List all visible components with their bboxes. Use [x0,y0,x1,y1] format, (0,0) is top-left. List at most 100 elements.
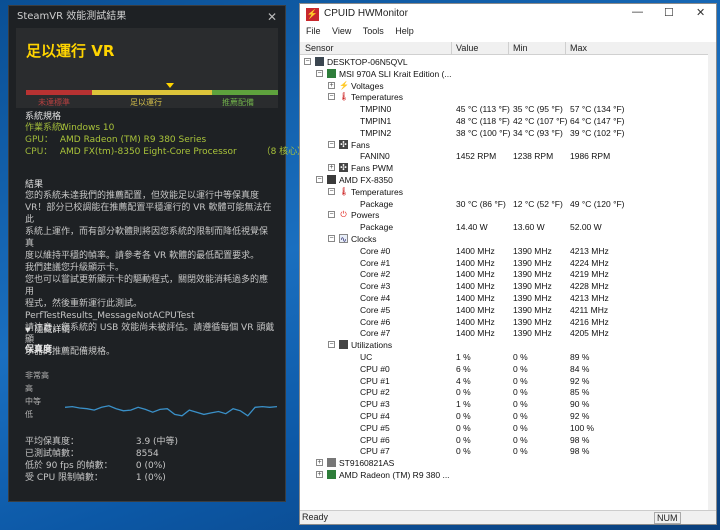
sensor-name: Core #1 [360,257,391,268]
sensor-group-row[interactable]: + ST9160821AS [300,457,710,469]
sensor-name: Core #4 [360,293,391,303]
sensor-group-row[interactable]: − ∿ Clocks [300,233,710,245]
sensor-min: 1390 MHz [513,245,552,256]
stat-value: 1 (0%) [135,473,166,483]
menu-help[interactable]: Help [395,26,414,36]
close-icon[interactable]: ✕ [267,6,277,28]
sensor-name: ST9160821AS [339,458,395,469]
stat-value: 8554 [135,449,159,459]
expand-icon[interactable]: + [328,164,335,172]
sensor-reading-row[interactable]: Core #3 1400 MHz 1390 MHz 4228 MHz [300,280,710,292]
expand-icon[interactable]: + [328,81,335,89]
sensor-reading-row[interactable]: CPU #1 4 % 0 % 92 % [300,375,710,387]
stat-key: 平均保真度： [25,437,80,447]
sensor-group-row[interactable]: − Utilizations [300,339,710,351]
sensor-group-row[interactable]: + ⚡ Voltages [300,80,710,92]
collapse-icon[interactable]: − [328,341,335,349]
column-min[interactable]: Min [513,43,528,53]
menu-file[interactable]: File [306,26,321,36]
sensor-max: 100 % [570,422,595,433]
window-title: CPUID HWMonitor [324,8,408,19]
window-title: SteamVR 效能測試結果 [17,11,127,22]
sensor-reading-row[interactable]: Core #7 1400 MHz 1390 MHz 4205 MHz [300,327,710,339]
sensor-reading-row[interactable]: Core #5 1400 MHz 1390 MHz 4211 MHz [300,304,710,316]
fidelity-title: 保真度 [25,345,53,355]
sensor-max: 85 % [570,387,590,398]
sensor-reading-row[interactable]: UC 1 % 0 % 89 % [300,351,710,363]
sensor-name: Voltages [351,80,384,91]
sensor-reading-row[interactable]: TMPIN1 48 °C (118 °F) 42 °C (107 °F) 64 °C … [300,115,710,127]
collapse-icon[interactable]: − [328,211,335,219]
sensor-group-row[interactable]: + ✣ Fans PWM [300,162,710,174]
steamvr-results-window: SteamVR 效能測試結果 ✕ 足以運行 VR 未達標準 足以運行 推薦配備 … [8,5,306,502]
sensor-group-row[interactable]: − MSI 970A SLI Krait Edition (... [300,68,710,80]
sensor-name: AMD FX-8350 [339,175,393,185]
sensor-reading-row[interactable]: Core #2 1400 MHz 1390 MHz 4219 MHz [300,268,710,280]
vertical-scrollbar[interactable] [708,42,716,514]
collapse-icon[interactable]: − [304,58,311,65]
result-headline: 足以運行 VR [26,42,115,60]
sensor-group-row[interactable]: − AMD FX-8350 [300,174,710,186]
steamvr-titlebar[interactable]: SteamVR 效能測試結果 ✕ [9,6,285,28]
collapse-icon[interactable]: − [328,140,335,148]
column-sensor[interactable]: Sensor [305,43,334,53]
sensor-reading-row[interactable]: CPU #6 0 % 0 % 98 % [300,434,710,446]
sensor-reading-row[interactable]: Package 30 °C (86 °F) 12 °C (52 °F) 49 °C (… [300,198,710,210]
sensor-reading-row[interactable]: CPU #0 6 % 0 % 84 % [300,363,710,375]
sensor-group-row[interactable]: − 🌡 Temperatures [300,186,710,198]
num-lock-indicator: NUM [654,512,681,524]
sensor-reading-row[interactable]: Core #4 1400 MHz 1390 MHz 4213 MHz [300,292,710,304]
sensor-value: 1400 MHz [456,328,495,339]
sensor-group-row[interactable]: + AMD Radeon (TM) R9 380 ... [300,469,710,481]
sensor-reading-row[interactable]: FANIN0 1452 RPM 1238 RPM 1986 RPM [300,150,710,162]
maximize-icon[interactable]: ☐ [664,6,674,19]
stat-row: 低於 90 fps 的幀數： 0 (0%) [25,460,178,472]
sensor-reading-row[interactable]: Package 14.40 W 13.60 W 52.00 W [300,221,710,233]
sensor-reading-row[interactable]: Core #0 1400 MHz 1390 MHz 4213 MHz [300,245,710,257]
sensor-reading-row[interactable]: TMPIN2 38 °C (100 °F) 34 °C (93 °F) 39 °C (… [300,127,710,139]
thermometer-icon: 🌡 [339,92,350,102]
collapse-icon[interactable]: − [328,187,335,195]
sensor-min: 34 °C (93 °F) [513,127,563,138]
disk-icon [327,458,336,468]
expand-icon[interactable]: + [316,471,323,478]
sensor-value: 6 % [456,363,471,374]
spec-row-os: 作業系統： Windows 10 [25,122,306,134]
column-value[interactable]: Value [456,43,478,53]
close-icon[interactable]: ✕ [696,6,705,19]
sensor-reading-row[interactable]: TMPIN0 45 °C (113 °F) 35 °C (95 °F) 57 °C (… [300,103,710,115]
minimize-icon[interactable]: — [632,6,643,18]
sensor-value: 1 % [456,399,471,410]
menu-tools[interactable]: Tools [363,26,384,36]
sensor-reading-row[interactable]: CPU #7 0 % 0 % 98 % [300,445,710,457]
sensor-name: CPU #0 [360,363,390,374]
sensor-min: 1390 MHz [513,269,552,280]
sensor-group-row[interactable]: − ✣ Fans [300,139,710,151]
sensor-max: 49 °C (120 °F) [570,198,625,209]
column-max[interactable]: Max [570,43,587,53]
sensor-group-row[interactable]: − DESKTOP-06N5QVL [300,56,710,68]
collapse-icon[interactable]: − [316,69,323,77]
sensor-name: Clocks [351,234,377,244]
sensor-min: 1390 MHz [513,328,552,339]
collapse-icon[interactable]: − [328,93,335,101]
menu-view[interactable]: View [332,26,351,36]
status-bar: Ready NUM [300,510,716,524]
sensor-group-row[interactable]: − 🌡 Temperatures [300,91,710,103]
sensor-name: Powers [351,210,380,221]
details-toggle[interactable]: ▼ 隱藏詳情 [25,322,70,335]
sensor-reading-row[interactable]: Core #6 1400 MHz 1390 MHz 4216 MHz [300,316,710,328]
collapse-icon[interactable]: − [328,235,335,242]
sensor-reading-row[interactable]: CPU #2 0 % 0 % 85 % [300,386,710,398]
sensor-name: Core #2 [360,269,391,280]
sensor-group-row[interactable]: − ⏻ Powers [300,209,710,221]
sensor-reading-row[interactable]: CPU #5 0 % 0 % 100 % [300,422,710,434]
expand-icon[interactable]: + [316,459,323,467]
fidelity-graph [65,405,277,417]
hwmonitor-window: ⚡ CPUID HWMonitor — ☐ ✕ File View Tools … [299,3,717,525]
sensor-reading-row[interactable]: CPU #3 1 % 0 % 90 % [300,398,710,410]
sensor-reading-row[interactable]: Core #1 1400 MHz 1390 MHz 4224 MHz [300,257,710,269]
sensor-reading-row[interactable]: CPU #4 0 % 0 % 92 % [300,410,710,422]
hwmonitor-titlebar[interactable]: ⚡ CPUID HWMonitor — ☐ ✕ [300,4,716,26]
collapse-icon[interactable]: − [316,176,323,183]
